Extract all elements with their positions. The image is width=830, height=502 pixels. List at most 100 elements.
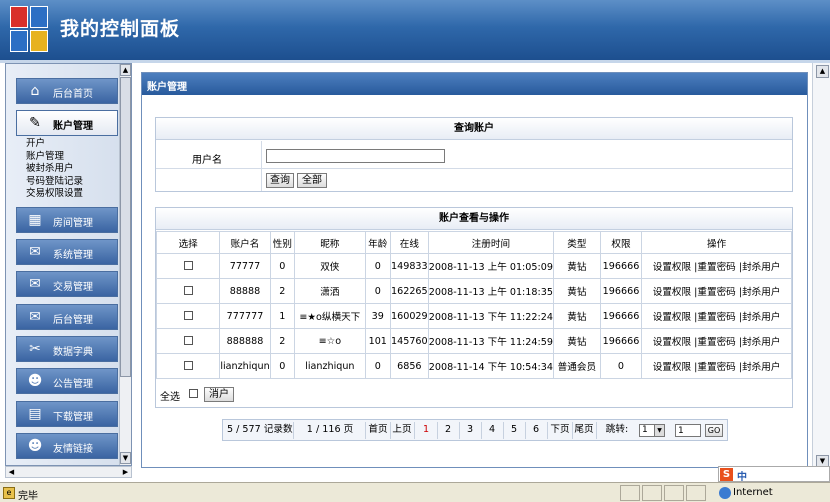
row-select-checkbox[interactable] (183, 361, 193, 370)
username-label: 用户名 (192, 155, 222, 166)
reset-password-link[interactable]: 重置密码 (697, 287, 735, 298)
go-button[interactable]: GO (705, 424, 723, 437)
scroll-up-icon[interactable]: ▲ (816, 65, 829, 78)
page-vertical-scrollbar[interactable]: ▲ ▼ (812, 63, 830, 473)
reset-password-link[interactable]: 重置密码 (697, 362, 735, 373)
sidebar-horizontal-scrollbar[interactable]: ◀ ▶ (5, 466, 132, 478)
page-link[interactable]: 3 (460, 423, 480, 437)
scroll-up-icon[interactable]: ▲ (120, 64, 131, 76)
home-icon: ⌂ (30, 83, 40, 99)
sidebar: ⌂ 后台首页 ✎ 账户管理 开户 账户管理 被封杀用户 号码登陆记录 交易权限设… (5, 63, 132, 466)
row-select-checkbox[interactable] (183, 311, 193, 320)
pagination: 5 / 577 记录数 1 / 116 页 首页 上页 1 2 3 4 5 6 … (222, 419, 728, 441)
cell-online: 6856 (389, 353, 429, 379)
cell-permission: 196666 (599, 278, 643, 304)
sidebar-item-dictionary[interactable]: ✂ 数据字典 (16, 336, 118, 362)
submenu-account-manage[interactable]: 账户管理 (26, 151, 83, 164)
submenu-trade-permissions[interactable]: 交易权限设置 (26, 188, 83, 201)
scroll-right-icon[interactable]: ▶ (120, 467, 131, 477)
table-cell (155, 278, 221, 304)
cell-type: 黄钻 (552, 328, 601, 354)
sidebar-item-trade[interactable]: ✉ 交易管理 (16, 271, 118, 297)
sidebar-item-label: 房间管理 (53, 218, 93, 229)
set-permission-link[interactable]: 设置权限 (653, 337, 691, 348)
cell-age: 0 (364, 278, 391, 304)
reset-password-link[interactable]: 重置密码 (697, 262, 735, 273)
scroll-left-icon[interactable]: ◀ (6, 467, 17, 477)
status-text: 完毕 (18, 491, 38, 502)
page-link[interactable]: 5 (504, 423, 524, 437)
status-pane (686, 485, 706, 501)
next-page-link[interactable]: 下页 (549, 423, 571, 437)
table-row: 888888 2 ≡☆o 101 145760 2008-11-13 下午 11:24:5… (155, 328, 792, 354)
sidebar-item-room[interactable]: ▦ 房间管理 (16, 207, 118, 233)
cell-register-time: 2008-11-13 下午 11:24:59 (427, 328, 554, 354)
chevron-down-icon[interactable]: ▼ (654, 425, 664, 436)
set-permission-link[interactable]: 设置权限 (653, 262, 691, 273)
status-pane (664, 485, 684, 501)
ban-user-link[interactable]: 封杀用户 (742, 262, 780, 273)
sidebar-item-admin[interactable]: ✉ 后台管理 (16, 304, 118, 330)
sidebar-item-label: 后台首页 (53, 89, 93, 100)
sidebar-scroll-thumb[interactable] (120, 77, 131, 377)
sidebar-item-account[interactable]: ✎ 账户管理 (16, 110, 118, 136)
sidebar-item-links[interactable]: ☻ 友情链接 (16, 433, 118, 459)
first-page-link[interactable]: 首页 (367, 423, 389, 437)
cell-nickname: lianzhiqun (294, 353, 366, 379)
scroll-down-icon[interactable]: ▼ (120, 452, 131, 464)
sidebar-vertical-scrollbar[interactable]: ▲ ▼ (119, 64, 131, 465)
set-permission-link[interactable]: 设置权限 (653, 312, 691, 323)
sidebar-item-download[interactable]: ▤ 下载管理 (16, 401, 118, 427)
page-title: 账户管理 (147, 82, 187, 93)
jump-page-select[interactable]: 1 ▼ (639, 424, 665, 437)
table-cell: 设置权限 |重置密码 |封杀用户 (641, 253, 792, 279)
record-count: 5 / 577 记录数 (227, 424, 293, 435)
ban-user-link[interactable]: 封杀用户 (742, 312, 780, 323)
table-row: lianzhiqun 0 lianzhiqun 0 6856 2008-11-14 下午 … (155, 353, 792, 379)
prev-page-link[interactable]: 上页 (391, 423, 413, 437)
cell-permission: 196666 (599, 303, 643, 329)
page-link-current[interactable]: 1 (416, 423, 436, 437)
jump-page-input[interactable] (675, 424, 701, 437)
sidebar-item-notice[interactable]: ☻ 公告管理 (16, 368, 118, 394)
delete-account-button[interactable]: 消户 (204, 387, 234, 402)
col-header: 性别 (269, 231, 296, 254)
divider (261, 141, 262, 191)
cell-age: 101 (364, 328, 391, 354)
jump-label: 跳转: (605, 424, 629, 435)
sogou-icon[interactable]: S (720, 468, 733, 481)
cell-account-name: 77777 (219, 253, 271, 279)
last-page-link[interactable]: 尾页 (573, 423, 595, 437)
ban-user-link[interactable]: 封杀用户 (742, 362, 780, 373)
divider (547, 422, 548, 439)
username-input[interactable] (266, 149, 445, 163)
submenu-banned-users[interactable]: 被封杀用户 (26, 163, 83, 176)
page-link[interactable]: 6 (526, 423, 546, 437)
submenu-open-account[interactable]: 开户 (26, 138, 83, 151)
select-all-checkbox[interactable] (189, 389, 198, 398)
ime-toolbar[interactable]: S 中 (718, 466, 830, 483)
query-button[interactable]: 查询 (266, 173, 294, 188)
reset-password-link[interactable]: 重置密码 (697, 312, 735, 323)
row-select-checkbox[interactable] (183, 261, 193, 270)
app-title: 我的控制面板 (60, 18, 181, 40)
ban-user-link[interactable]: 封杀用户 (742, 337, 780, 348)
set-permission-link[interactable]: 设置权限 (653, 362, 691, 373)
cell-register-time: 2008-11-13 下午 11:22:24 (427, 303, 554, 329)
ime-mode-label[interactable]: 中 (737, 468, 747, 483)
submenu-login-records[interactable]: 号码登陆记录 (26, 176, 83, 189)
reset-password-link[interactable]: 重置密码 (697, 337, 735, 348)
cell-permission: 0 (599, 353, 643, 379)
ban-user-link[interactable]: 封杀用户 (742, 287, 780, 298)
cell-age: 0 (364, 253, 391, 279)
page-link[interactable]: 2 (438, 423, 458, 437)
sidebar-item-home[interactable]: ⌂ 后台首页 (16, 78, 118, 104)
cell-gender: 0 (269, 253, 296, 279)
row-select-checkbox[interactable] (183, 336, 193, 345)
sidebar-item-system[interactable]: ✉ 系统管理 (16, 239, 118, 265)
table-cell: 设置权限 |重置密码 |封杀用户 (641, 353, 792, 379)
set-permission-link[interactable]: 设置权限 (653, 287, 691, 298)
row-select-checkbox[interactable] (183, 286, 193, 295)
show-all-button[interactable]: 全部 (297, 173, 327, 188)
page-link[interactable]: 4 (482, 423, 502, 437)
